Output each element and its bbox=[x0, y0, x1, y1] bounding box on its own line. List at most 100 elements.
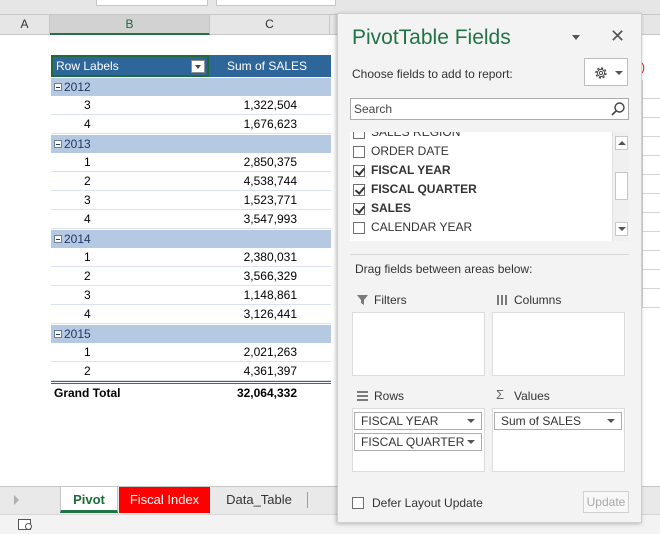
sales-value[interactable]: 1,322,504 bbox=[209, 96, 331, 115]
year-label: 2013 bbox=[64, 137, 91, 151]
quarter-label[interactable]: 2 bbox=[51, 267, 209, 286]
pivot-table[interactable]: Row Labels Sum of SALES 2012 3 1,322,504 4 1… bbox=[51, 55, 331, 402]
field-item[interactable]: FISCAL QUARTER bbox=[350, 180, 610, 199]
quarter-label[interactable]: 3 bbox=[51, 286, 209, 305]
field-item[interactable]: ORDER DATE bbox=[350, 142, 610, 161]
year-label-cell[interactable]: 2013 bbox=[51, 135, 209, 154]
macro-record-icon[interactable] bbox=[18, 519, 32, 530]
sales-value[interactable]: 2,850,375 bbox=[209, 153, 331, 172]
search-icon[interactable] bbox=[610, 101, 626, 117]
columns-drop-box[interactable] bbox=[492, 312, 625, 376]
pivot-quarter-row: 1 2,380,031 bbox=[51, 248, 331, 267]
sales-value[interactable]: 3,566,329 bbox=[209, 267, 331, 286]
sales-value[interactable]: 4,538,744 bbox=[209, 172, 331, 191]
gear-icon bbox=[595, 67, 607, 79]
quarter-label[interactable]: 1 bbox=[51, 153, 209, 172]
sales-value[interactable]: 1,523,771 bbox=[209, 191, 331, 210]
scroll-up-icon[interactable] bbox=[615, 136, 628, 150]
grand-total-label[interactable]: Grand Total bbox=[51, 384, 209, 403]
quarter-label[interactable]: 4 bbox=[51, 210, 209, 229]
sheet-tab-data-table[interactable]: Data_Table bbox=[214, 487, 304, 513]
collapse-icon[interactable] bbox=[54, 234, 62, 243]
column-header-b[interactable]: B bbox=[50, 15, 210, 35]
column-header-c[interactable]: C bbox=[210, 15, 330, 35]
checkbox-checked[interactable] bbox=[353, 165, 365, 177]
pane-title: PivotTable Fields bbox=[352, 26, 511, 49]
chevron-down-icon[interactable] bbox=[467, 440, 475, 444]
tools-button[interactable] bbox=[584, 58, 628, 86]
sheet-tab-fiscal-index[interactable]: Fiscal Index bbox=[119, 487, 210, 513]
field-list[interactable]: SALES REGION ORDER DATE FISCAL YEAR FISCAL … bbox=[350, 132, 629, 241]
pivot-quarter-row: 3 1,322,504 bbox=[51, 96, 331, 115]
rows-field-fiscal-year[interactable]: FISCAL YEAR bbox=[354, 412, 482, 430]
chevron-down-icon[interactable] bbox=[607, 419, 615, 423]
pivot-header-row: Row Labels Sum of SALES bbox=[51, 55, 331, 77]
field-label: SALES REGION bbox=[371, 132, 461, 139]
field-list-scrollbar[interactable] bbox=[612, 132, 629, 241]
column-header-a[interactable]: A bbox=[0, 15, 50, 35]
chevron-down-icon[interactable] bbox=[467, 419, 475, 423]
pivot-quarter-row: 3 1,523,771 bbox=[51, 191, 331, 210]
quarter-label[interactable]: 3 bbox=[51, 191, 209, 210]
quarter-label[interactable]: 1 bbox=[51, 343, 209, 362]
tab-scroll-icon[interactable] bbox=[14, 495, 19, 505]
scroll-thumb[interactable] bbox=[615, 172, 628, 200]
collapse-icon[interactable] bbox=[54, 329, 62, 338]
checkbox-checked[interactable] bbox=[353, 184, 365, 196]
defer-layout-update[interactable]: Defer Layout Update bbox=[352, 495, 483, 511]
sales-value[interactable]: 1,148,861 bbox=[209, 286, 331, 305]
grand-total-value[interactable]: 32,064,332 bbox=[209, 384, 331, 403]
sales-value[interactable]: 2,021,263 bbox=[209, 343, 331, 362]
year-label-cell[interactable]: 2015 bbox=[51, 325, 209, 344]
field-item[interactable]: FISCAL YEAR bbox=[350, 161, 610, 180]
collapse-icon[interactable] bbox=[54, 82, 62, 91]
search-input[interactable] bbox=[351, 99, 601, 119]
year-label: 2014 bbox=[64, 232, 91, 246]
quarter-label[interactable]: 3 bbox=[51, 96, 209, 115]
quarter-label[interactable]: 4 bbox=[51, 305, 209, 324]
scroll-down-icon[interactable] bbox=[615, 222, 628, 236]
defer-checkbox[interactable] bbox=[352, 497, 364, 509]
year-label-cell[interactable]: 2014 bbox=[51, 230, 209, 249]
search-box[interactable] bbox=[350, 98, 629, 120]
values-drop-box[interactable]: Sum of SALES bbox=[492, 408, 625, 472]
values-field-sum-of-sales[interactable]: Sum of SALES bbox=[494, 412, 622, 430]
checkbox-checked[interactable] bbox=[353, 203, 365, 215]
rows-field-fiscal-quarter[interactable]: FISCAL QUARTER bbox=[354, 433, 482, 451]
quarter-label[interactable]: 4 bbox=[51, 115, 209, 134]
grand-total-row: Grand Total 32,064,332 bbox=[51, 381, 331, 402]
sales-value[interactable]: 3,547,993 bbox=[209, 210, 331, 229]
quarter-label[interactable]: 1 bbox=[51, 248, 209, 267]
filters-label: Filters bbox=[374, 293, 407, 307]
close-icon[interactable]: ✕ bbox=[610, 26, 625, 46]
tab-separator bbox=[307, 492, 308, 508]
pivot-year-row: 2014 bbox=[51, 229, 331, 248]
ribbon-fragment bbox=[216, 0, 336, 6]
sales-value[interactable]: 4,361,397 bbox=[209, 362, 331, 381]
sheet-tab-pivot[interactable]: Pivot bbox=[60, 487, 118, 513]
pivot-quarter-row: 2 4,361,397 bbox=[51, 362, 331, 381]
field-item[interactable]: SALES REGION bbox=[350, 132, 610, 142]
field-item[interactable]: CALENDAR YEAR bbox=[350, 218, 610, 237]
pane-options-chevron-icon[interactable] bbox=[572, 35, 580, 40]
field-item[interactable]: SALES bbox=[350, 199, 610, 218]
checkbox[interactable] bbox=[353, 132, 365, 139]
sales-value[interactable]: 3,126,441 bbox=[209, 305, 331, 324]
quarter-label[interactable]: 2 bbox=[51, 362, 209, 381]
row-labels-filter-button[interactable] bbox=[191, 60, 205, 73]
ribbon-fragment bbox=[96, 0, 208, 6]
pivot-quarter-row: 2 3,566,329 bbox=[51, 267, 331, 286]
row-labels-cell[interactable]: Row Labels bbox=[51, 55, 209, 77]
year-label-cell[interactable]: 2012 bbox=[51, 78, 209, 97]
field-label: ORDER DATE bbox=[371, 144, 449, 158]
filters-drop-box[interactable] bbox=[352, 312, 485, 376]
update-button[interactable]: Update bbox=[583, 491, 629, 513]
sales-value[interactable]: 2,380,031 bbox=[209, 248, 331, 267]
rows-drop-box[interactable]: FISCAL YEAR FISCAL QUARTER bbox=[352, 408, 485, 472]
value-header-cell[interactable]: Sum of SALES bbox=[209, 55, 331, 77]
quarter-label[interactable]: 2 bbox=[51, 172, 209, 191]
collapse-icon[interactable] bbox=[54, 139, 62, 148]
sales-value[interactable]: 1,676,623 bbox=[209, 115, 331, 134]
checkbox[interactable] bbox=[353, 146, 365, 158]
checkbox[interactable] bbox=[353, 222, 365, 234]
